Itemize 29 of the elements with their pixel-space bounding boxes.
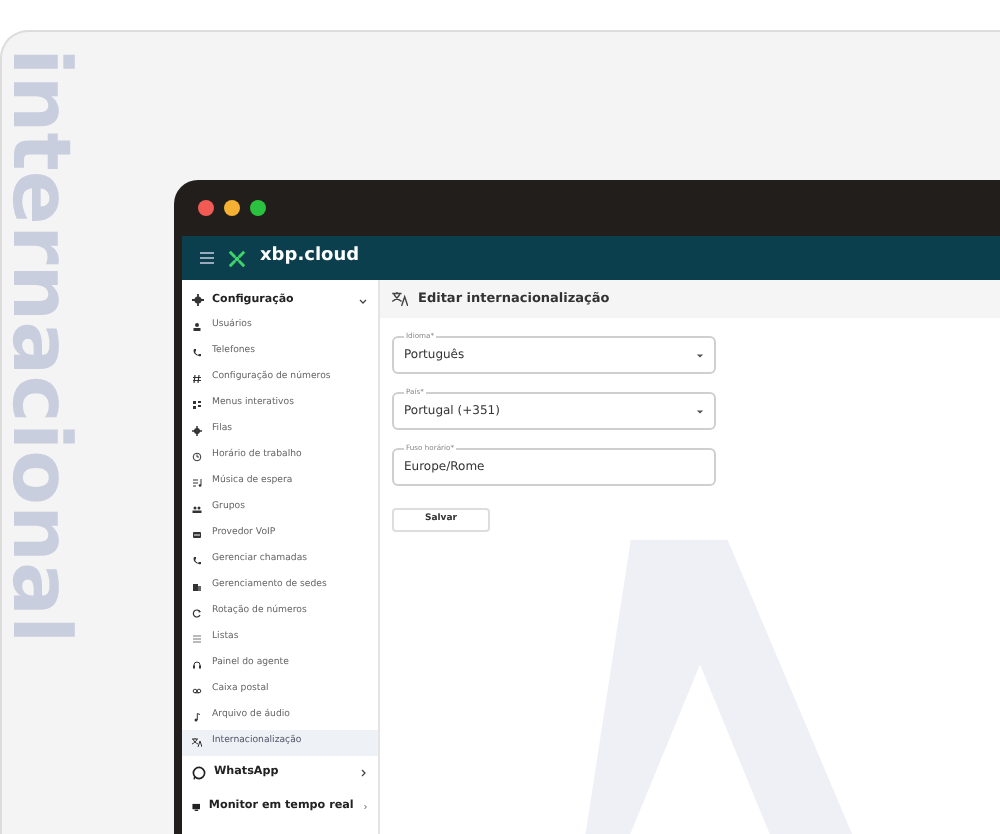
rotate-icon	[192, 608, 202, 618]
server-icon	[192, 530, 202, 540]
menu-tree-icon	[192, 400, 202, 410]
chevron-down-icon	[358, 295, 368, 305]
dropdown-caret-icon	[696, 407, 704, 415]
phone-icon	[192, 348, 202, 358]
music-note-icon	[192, 712, 202, 722]
building-icon	[192, 582, 202, 592]
maximize-dot-icon[interactable]	[250, 200, 266, 216]
chevron-right-icon	[358, 768, 368, 778]
person-icon	[192, 322, 202, 332]
voicemail-icon	[192, 686, 202, 696]
hash-icon	[192, 374, 202, 384]
logo-icon	[228, 249, 246, 267]
headset-icon	[192, 660, 202, 670]
clock-icon	[192, 452, 202, 462]
close-dot-icon[interactable]	[198, 200, 214, 216]
translate-icon	[192, 738, 202, 748]
phone-icon	[192, 556, 202, 566]
monitor-icon	[192, 800, 201, 814]
chat-bubble-icon	[192, 766, 206, 780]
list-icon	[192, 634, 202, 644]
music-list-icon	[192, 478, 202, 488]
brand-name: xbp.cloud	[260, 244, 360, 271]
menu-icon[interactable]	[200, 252, 214, 264]
translate-icon	[392, 292, 408, 306]
dropdown-caret-icon	[696, 351, 704, 359]
group-icon	[192, 504, 202, 514]
minimize-dot-icon[interactable]	[224, 200, 240, 216]
